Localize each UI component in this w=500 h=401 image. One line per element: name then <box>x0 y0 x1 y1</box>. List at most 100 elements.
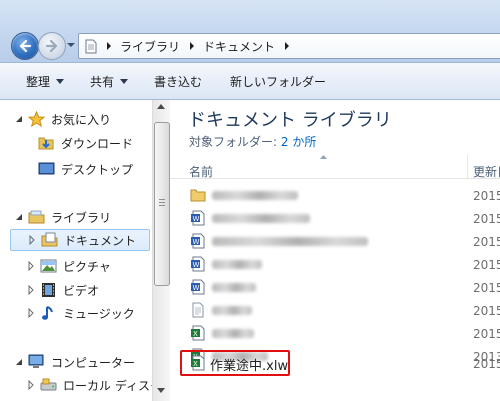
collapsed-triangle-icon[interactable] <box>26 285 36 295</box>
nav-local-disk-label: ローカル ディスク <box>63 378 152 393</box>
column-name[interactable]: 名前 <box>189 163 213 180</box>
file-date: 2015 <box>473 258 500 272</box>
excel-file-icon: X <box>191 325 205 341</box>
burn-label: 書き込む <box>154 74 203 89</box>
nav-pictures[interactable]: ピクチャ <box>26 255 111 277</box>
highlight-annotation <box>180 350 290 376</box>
star-icon <box>28 111 45 127</box>
file-row[interactable]: W 2015 <box>170 253 500 276</box>
file-date: 2015 <box>473 212 500 226</box>
nav-libraries[interactable]: ライブラリ <box>14 206 111 228</box>
nav-computer[interactable]: コンピューター <box>14 351 135 373</box>
collapsed-triangle-icon[interactable] <box>26 261 36 271</box>
recent-pages-dropdown-icon[interactable] <box>66 40 76 50</box>
column-divider[interactable] <box>467 155 468 178</box>
command-bar: 整理 共有 書き込む 新しいフォルダー <box>0 63 500 100</box>
nav-favorites-label: お気に入り <box>51 112 112 127</box>
documents-icon <box>41 232 58 247</box>
scroll-up-arrow-icon[interactable] <box>157 104 165 109</box>
nav-downloads[interactable]: ダウンロード <box>38 132 133 154</box>
downloads-folder-icon <box>38 137 54 150</box>
forward-arrow-icon <box>45 39 58 53</box>
nav-desktop[interactable]: デスクトップ <box>38 158 133 180</box>
word-doc-icon: W <box>191 279 205 295</box>
share-label: 共有 <box>90 74 115 89</box>
collapsed-triangle-icon[interactable] <box>26 308 36 318</box>
expanded-triangle-icon[interactable] <box>14 357 24 367</box>
nav-documents[interactable]: ドキュメント <box>10 229 150 251</box>
breadcrumb-arrow-icon[interactable] <box>189 42 195 50</box>
file-row[interactable]: X 2015 <box>170 322 500 345</box>
obscured-file-name <box>212 237 368 246</box>
computer-icon <box>28 354 44 368</box>
file-date: 2015 <box>473 357 500 371</box>
svg-text:W: W <box>193 261 200 269</box>
expanded-triangle-icon[interactable] <box>14 114 24 124</box>
burn-button[interactable]: 書き込む <box>150 69 206 93</box>
file-date: 2015 <box>473 327 500 341</box>
column-date-modified[interactable]: 更新日 <box>473 163 500 180</box>
address-bar[interactable]: ライブラリ ドキュメント <box>78 33 500 59</box>
nav-documents-label: ドキュメント <box>64 233 137 248</box>
column-header: 名前 更新日 <box>170 153 500 179</box>
library-icon <box>28 210 45 224</box>
nav-videos[interactable]: ビデオ <box>26 279 99 301</box>
obscured-file-name <box>212 283 256 292</box>
breadcrumb-arrow-icon[interactable] <box>106 42 112 50</box>
file-row[interactable]: W 2015 <box>170 230 500 253</box>
obscured-file-name <box>212 214 310 223</box>
music-note-icon <box>42 306 53 320</box>
scroll-down-arrow-icon[interactable] <box>157 388 165 393</box>
breadcrumb-arrow-icon[interactable] <box>284 42 290 50</box>
breadcrumb-documents[interactable]: ドキュメント <box>203 38 275 55</box>
chevron-down-icon <box>56 78 65 84</box>
word-doc-icon: W <box>191 256 205 272</box>
locations-label: 対象フォルダー: <box>189 135 278 149</box>
file-list-pane: ドキュメント ライブラリ 対象フォルダー: 2 か所 名前 更新日 2015 W… <box>170 100 500 401</box>
scrollbar-thumb[interactable] <box>154 122 170 286</box>
film-icon <box>42 283 55 297</box>
word-doc-icon: W <box>191 210 205 226</box>
nav-favorites[interactable]: お気に入り <box>14 108 111 130</box>
locations-link[interactable]: 2 か所 <box>281 135 316 149</box>
share-button[interactable]: 共有 <box>86 69 132 93</box>
breadcrumb-libraries[interactable]: ライブラリ <box>120 38 180 55</box>
new-folder-label: 新しいフォルダー <box>230 74 327 89</box>
library-locations: 対象フォルダー: 2 か所 <box>189 133 316 150</box>
expanded-triangle-icon[interactable] <box>14 212 24 222</box>
nav-music[interactable]: ミュージック <box>26 302 135 324</box>
organize-label: 整理 <box>26 74 51 89</box>
word-doc-icon: W <box>191 233 205 249</box>
obscured-file-name <box>212 306 252 315</box>
file-row[interactable]: W 2015 <box>170 276 500 299</box>
organize-button[interactable]: 整理 <box>22 69 68 93</box>
obscured-file-name <box>212 191 298 200</box>
document-icon <box>85 39 97 53</box>
collapsed-triangle-icon[interactable] <box>26 380 36 390</box>
thumb-grip <box>159 205 165 206</box>
collapsed-triangle-icon[interactable] <box>27 235 37 245</box>
svg-text:X: X <box>193 330 198 338</box>
file-date: 2015 <box>473 189 500 203</box>
file-row[interactable]: 2015 <box>170 299 500 322</box>
library-title: ドキュメント ライブラリ <box>188 110 392 131</box>
window-header: ライブラリ ドキュメント <box>0 0 500 63</box>
chevron-down-icon <box>120 78 129 84</box>
navigation-pane: お気に入り ダウンロード デスクトップ ライブラリ ドキュメント ピクチャ ビデ… <box>0 100 152 401</box>
thumb-grip <box>159 199 165 200</box>
back-button[interactable] <box>11 32 39 60</box>
svg-text:W: W <box>193 284 200 292</box>
text-file-icon <box>192 302 204 318</box>
file-row[interactable]: W 2015 <box>170 207 500 230</box>
file-date: 2015 <box>473 304 500 318</box>
file-row[interactable]: 2015 <box>170 184 500 207</box>
thumb-grip <box>159 202 165 203</box>
forward-button[interactable] <box>38 32 66 60</box>
folder-icon <box>190 189 206 202</box>
nav-local-disk[interactable]: ローカル ディスク <box>26 374 152 396</box>
navigation-scrollbar[interactable] <box>152 100 170 401</box>
back-arrow-icon <box>19 39 32 53</box>
new-folder-button[interactable]: 新しいフォルダー <box>226 69 330 93</box>
desktop-icon <box>38 162 55 175</box>
svg-text:W: W <box>193 238 200 246</box>
